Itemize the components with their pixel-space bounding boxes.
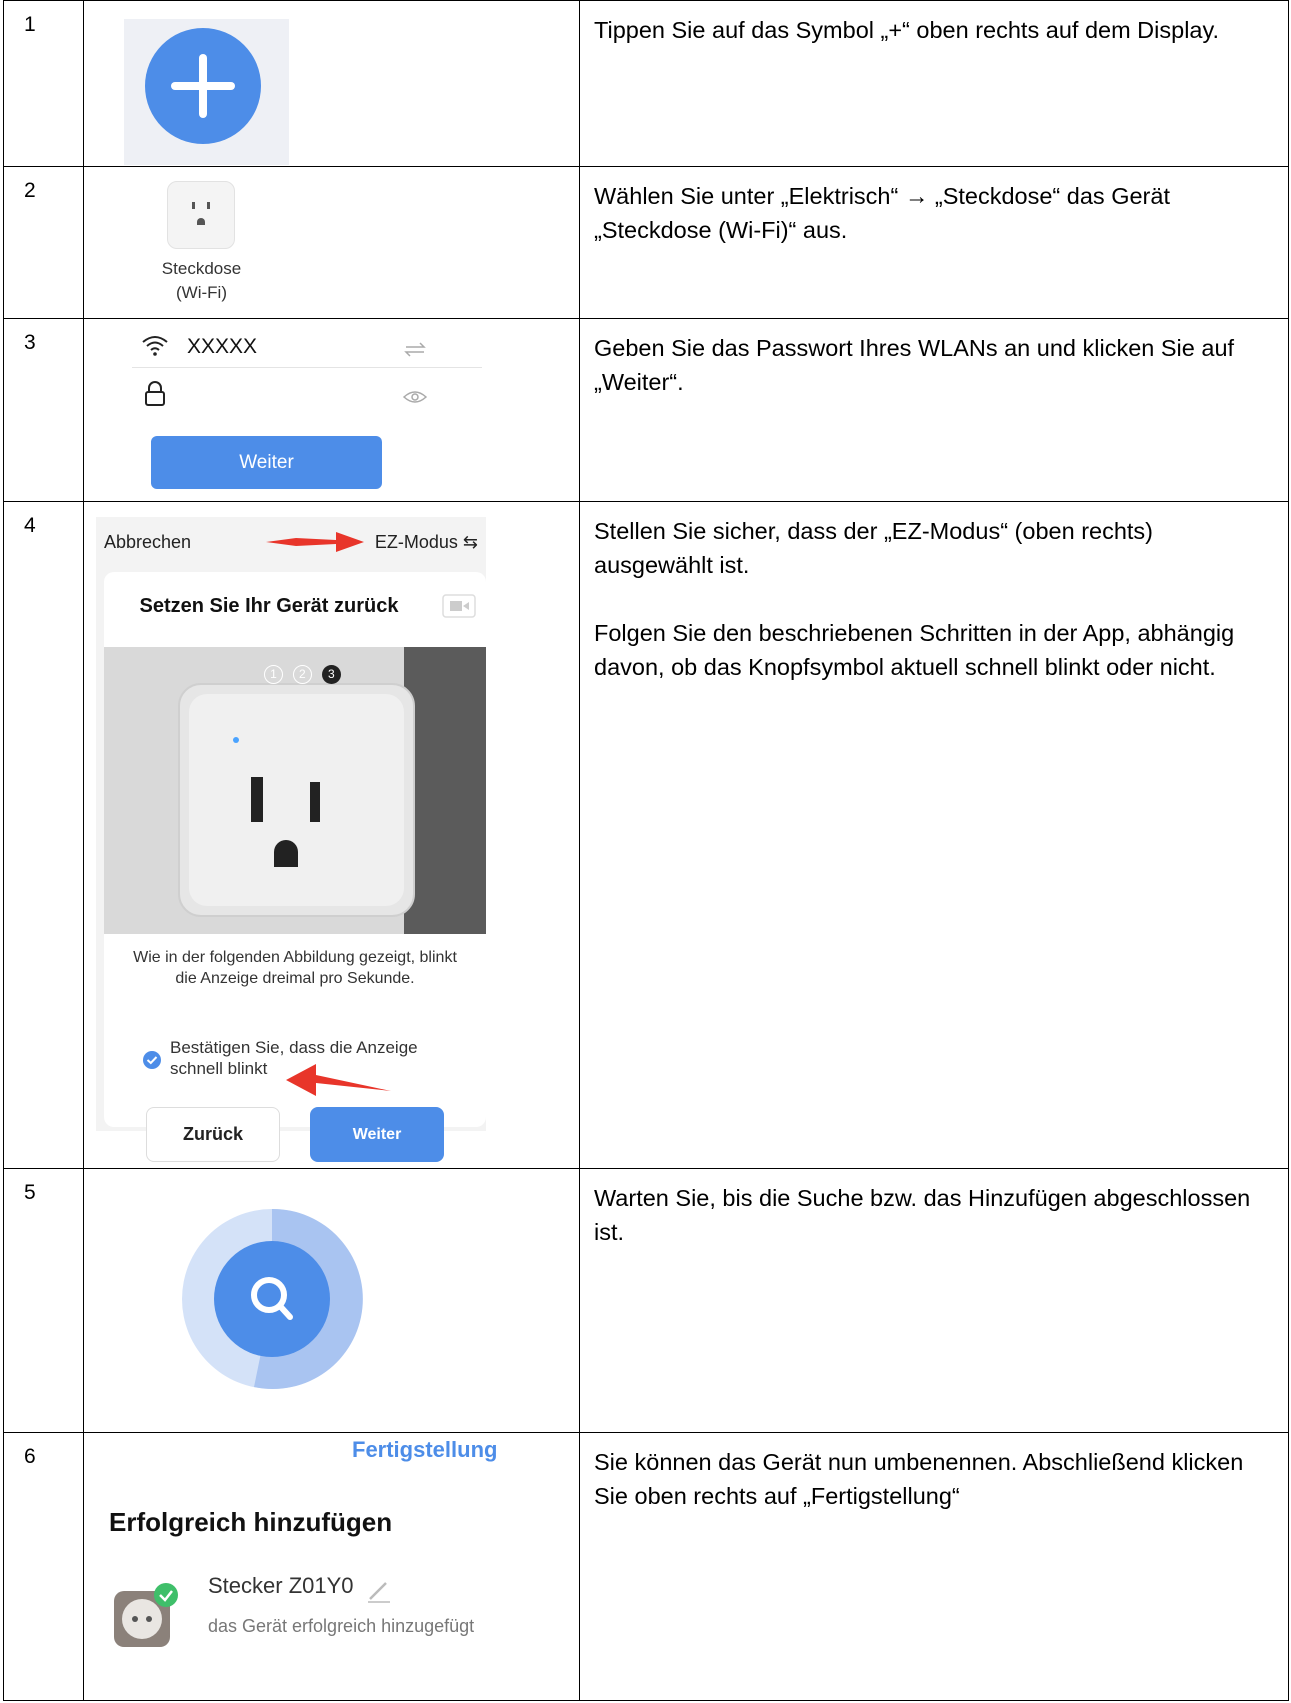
lock-icon <box>145 381 165 406</box>
reset-illustration: 1 2 3 <box>104 647 486 934</box>
step-row-5: 5 Warten Sie, bis die Suche bzw. das Hin… <box>3 1168 1289 1433</box>
step-row-1: 1 Tippen Sie auf das Symbol „+“ oben rec… <box>3 0 1289 167</box>
switch-network-icon[interactable] <box>404 341 426 357</box>
socket-icon <box>192 202 210 225</box>
card-title: Setzen Sie Ihr Gerät zurück <box>139 595 399 617</box>
video-icon[interactable] <box>442 594 476 618</box>
step-indicator: 2 <box>292 665 312 684</box>
show-password-icon[interactable] <box>402 389 428 405</box>
reset-device-screen: Abbrechen EZ-Modus ⇆ Setzen Sie Ihr Gerä… <box>96 517 486 1162</box>
ez-mode-toggle[interactable]: EZ-Modus ⇆ <box>375 532 478 553</box>
step-image-cell: XXXXX Weiter <box>83 318 580 502</box>
socket-photo-image <box>104 647 486 934</box>
device-name: Stecker Z01Y0 <box>208 1573 354 1598</box>
step-number: 1 <box>3 0 84 167</box>
step-indicators: 1 2 3 <box>264 665 341 684</box>
step-instruction: Stellen Sie sicher, dass der „EZ-Modus“ … <box>579 501 1289 1169</box>
ssid-value: XXXXX <box>187 335 258 358</box>
red-arrow-icon <box>266 532 364 552</box>
wifi-ssid-field[interactable]: XXXXX <box>132 327 482 368</box>
step-image-cell <box>83 1168 580 1433</box>
next-button[interactable]: Weiter <box>310 1107 444 1162</box>
device-avatar <box>114 1583 178 1647</box>
cancel-link[interactable]: Abbrechen <box>104 532 191 553</box>
step-image-cell: Fertigstellung Erfolgreich hinzufügen St… <box>83 1432 580 1701</box>
back-button[interactable]: Zurück <box>146 1107 280 1162</box>
step-image-cell: Abbrechen EZ-Modus ⇆ Setzen Sie Ihr Gerä… <box>83 501 580 1169</box>
step-instruction: Geben Sie das Passwort Ihres WLANs an un… <box>579 318 1289 502</box>
weiter-button[interactable]: Weiter <box>151 436 382 489</box>
socket-device-tile[interactable] <box>167 181 235 249</box>
step-number: 4 <box>3 501 84 1169</box>
steps-table: 1 Tippen Sie auf das Symbol „+“ oben rec… <box>3 0 1289 1701</box>
step-indicator: 1 <box>264 665 283 684</box>
checkbox-checked-icon[interactable] <box>142 1050 162 1070</box>
step-instruction: Tippen Sie auf das Symbol „+“ oben recht… <box>579 0 1289 167</box>
step-instruction: Warten Sie, bis die Suche bzw. das Hinzu… <box>579 1168 1289 1433</box>
step-image-cell: Steckdose (Wi-Fi) <box>83 166 580 319</box>
success-heading: Erfolgreich hinzufügen <box>109 1507 393 1537</box>
step-instruction: Wählen Sie unter „Elektrisch“ → „Steckdo… <box>579 166 1289 319</box>
step-image-cell <box>83 0 580 167</box>
wifi-password-field[interactable] <box>132 377 482 417</box>
socket-caption: Steckdose (Wi-Fi) <box>161 259 242 302</box>
step-number: 3 <box>3 318 84 502</box>
searching-animation <box>182 1208 363 1389</box>
edit-pencil-icon[interactable] <box>366 1579 392 1603</box>
step-row-4: 4 Abbrechen EZ-Modus ⇆ Setzen Sie Ihr Ge… <box>3 501 1289 1169</box>
step-number: 5 <box>3 1168 84 1433</box>
step-row-2: 2 Steckdose (Wi-Fi) Wählen Sie unter „El… <box>3 166 1289 319</box>
add-button[interactable] <box>145 28 261 144</box>
top-bar: Abbrechen EZ-Modus ⇆ <box>96 517 486 567</box>
step-instruction: Sie können das Gerät nun umbenennen. Abs… <box>579 1432 1289 1701</box>
step-number: 6 <box>3 1432 84 1701</box>
device-status: das Gerät erfolgreich hinzugefügt <box>208 1616 475 1636</box>
step-row-3: 3 XXXXX Weiter Geben Sie das Passwort Ih… <box>3 318 1289 502</box>
wifi-icon <box>142 336 168 356</box>
blink-description: Wie in der folgenden Abbildung gezeigt, … <box>133 949 457 987</box>
reset-card: Setzen Sie Ihr Gerät zurück 1 2 3 Wie in… <box>104 572 486 1162</box>
finish-link[interactable]: Fertigstellung <box>352 1437 497 1463</box>
plus-icon <box>171 54 235 118</box>
step-number: 2 <box>3 166 84 319</box>
step-indicator-active: 3 <box>321 665 341 684</box>
red-arrow-icon <box>286 1064 391 1096</box>
step-row-6: 6 Fertigstellung Erfolgreich hinzufügen … <box>3 1432 1289 1701</box>
